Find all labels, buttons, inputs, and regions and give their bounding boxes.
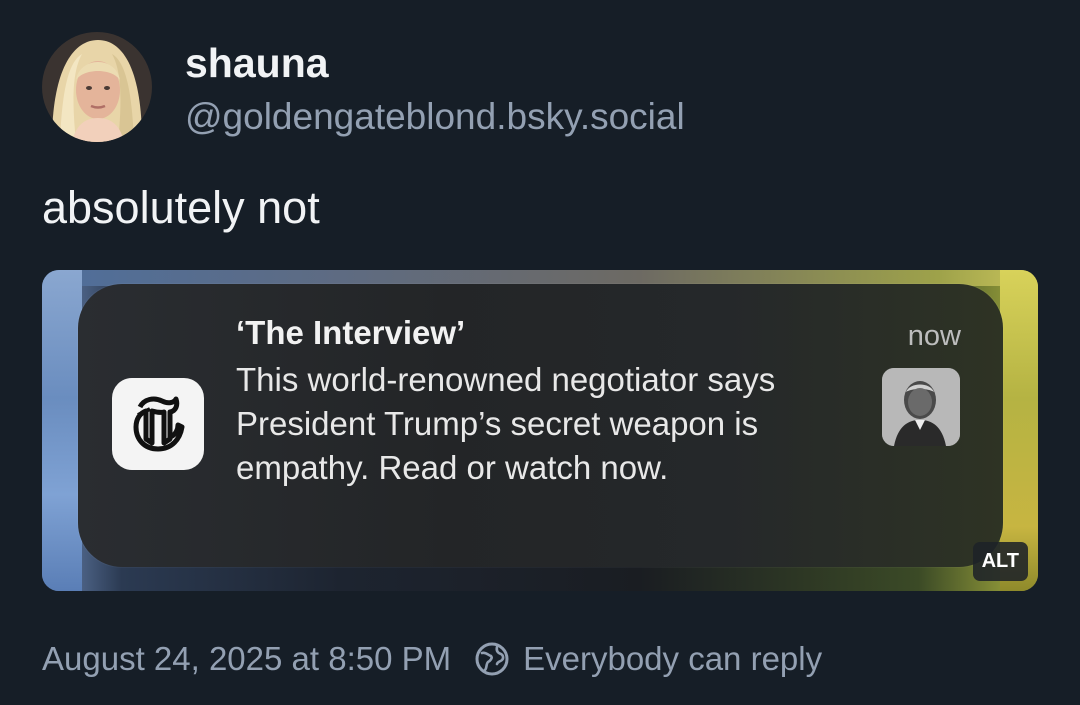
embed-background-left: [42, 270, 82, 591]
author-avatar[interactable]: [42, 32, 152, 142]
notification-body: This world-renowned negotiator says Pres…: [236, 361, 776, 486]
avatar-image: [42, 32, 152, 142]
notification-time: now: [907, 320, 961, 352]
image-embed[interactable]: ‘The Interview’ This world-renowned nego…: [42, 270, 1038, 591]
post-text: absolutely not: [42, 182, 320, 233]
post-timestamp: August 24, 2025 at 8:50 PM: [42, 640, 452, 677]
notification-card: ‘The Interview’ This world-renowned nego…: [78, 284, 1003, 567]
author-handle[interactable]: @goldengateblond.bsky.social: [185, 96, 685, 138]
author-display-name[interactable]: shauna: [185, 40, 329, 87]
notification-thumbnail: [882, 368, 960, 446]
post-footer: August 24, 2025 at 8:50 PM Everybody can…: [42, 640, 822, 678]
reply-settings-button[interactable]: Everybody can reply: [473, 640, 822, 678]
notification-title: ‘The Interview’: [236, 314, 466, 351]
alt-text-badge[interactable]: ALT: [972, 542, 1028, 581]
reply-settings-label: Everybody can reply: [523, 640, 823, 677]
nyt-logo-icon: [112, 378, 204, 470]
globe-icon: [475, 642, 509, 676]
